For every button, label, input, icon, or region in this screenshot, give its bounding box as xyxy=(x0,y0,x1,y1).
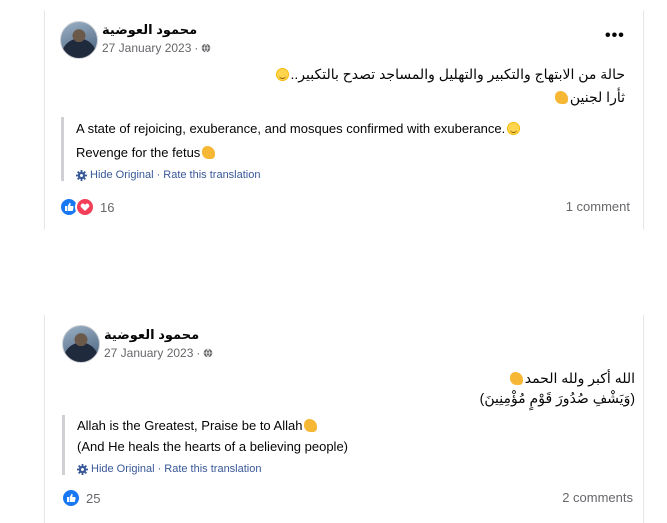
comments-count-link[interactable]: 1 comment xyxy=(566,199,630,214)
gear-icon xyxy=(77,463,88,475)
avatar[interactable] xyxy=(60,21,98,59)
globe-icon xyxy=(202,43,211,53)
relieved-face-icon xyxy=(507,122,521,135)
author-name[interactable]: محمود العوضية xyxy=(102,22,197,38)
meta-separator: · xyxy=(194,41,199,55)
post-meta: 27 January 2023 · xyxy=(102,41,211,55)
flexed-biceps-icon xyxy=(554,91,568,104)
post-card: محمود العوضية 27 January 2023 · ••• حالة… xyxy=(44,10,644,230)
like-icon xyxy=(61,488,81,508)
translation-links: Hide Original · Rate this translation xyxy=(76,169,616,181)
flexed-biceps-icon xyxy=(304,419,318,432)
rate-translation-link[interactable]: Rate this translation xyxy=(164,463,261,475)
link-separator: · xyxy=(157,463,162,475)
post-card: محمود العوضية 27 January 2023 · الله أكب… xyxy=(44,315,644,523)
original-line: ثأرا لجنين xyxy=(65,86,625,109)
post-date[interactable]: 27 January 2023 xyxy=(102,41,191,55)
translation-line: Revenge for the fetus xyxy=(76,141,616,165)
reaction-summary[interactable]: 25 xyxy=(61,488,100,508)
relieved-face-icon xyxy=(275,68,289,81)
original-line: الله أكبر ولله الحمد xyxy=(75,368,635,388)
link-separator: · xyxy=(156,169,161,181)
translation-links: Hide Original · Rate this translation xyxy=(77,463,617,475)
post-meta: 27 January 2023 · xyxy=(104,346,213,360)
original-text: حالة من الابتهاج والتكبير والتهليل والمس… xyxy=(65,63,625,109)
original-line: حالة من الابتهاج والتكبير والتهليل والمس… xyxy=(65,63,625,86)
translation-block: Allah is the Greatest, Praise be to Alla… xyxy=(62,415,617,475)
translation-line: A state of rejoicing, exuberance, and mo… xyxy=(76,117,616,141)
translation-line: Allah is the Greatest, Praise be to Alla… xyxy=(77,415,617,436)
meta-separator: · xyxy=(196,346,201,360)
author-name[interactable]: محمود العوضية xyxy=(104,327,199,343)
translation-block: A state of rejoicing, exuberance, and mo… xyxy=(61,117,616,181)
globe-icon xyxy=(204,348,213,358)
hide-original-link[interactable]: Hide Original xyxy=(90,169,154,181)
translation-line: (And He heals the hearts of a believing … xyxy=(77,439,349,454)
avatar[interactable] xyxy=(62,325,100,363)
reaction-count[interactable]: 25 xyxy=(86,491,100,506)
original-line: (وَيَشْفِ صُدُورَ قَوْمٍ مُؤْمِنِينَ) xyxy=(479,390,635,406)
original-text: الله أكبر ولله الحمد (وَيَشْفِ صُدُورَ ق… xyxy=(75,368,635,408)
reaction-summary[interactable]: 16 xyxy=(59,197,114,217)
more-options-icon[interactable]: ••• xyxy=(605,27,625,45)
gear-icon xyxy=(76,169,87,181)
flexed-biceps-icon xyxy=(509,372,523,385)
comments-count-link[interactable]: 2 comments xyxy=(562,490,633,505)
post-date[interactable]: 27 January 2023 xyxy=(104,346,193,360)
rate-translation-link[interactable]: Rate this translation xyxy=(163,169,260,181)
flexed-biceps-icon xyxy=(202,146,216,159)
reaction-count[interactable]: 16 xyxy=(100,200,114,215)
hide-original-link[interactable]: Hide Original xyxy=(91,463,155,475)
love-icon xyxy=(75,197,95,217)
